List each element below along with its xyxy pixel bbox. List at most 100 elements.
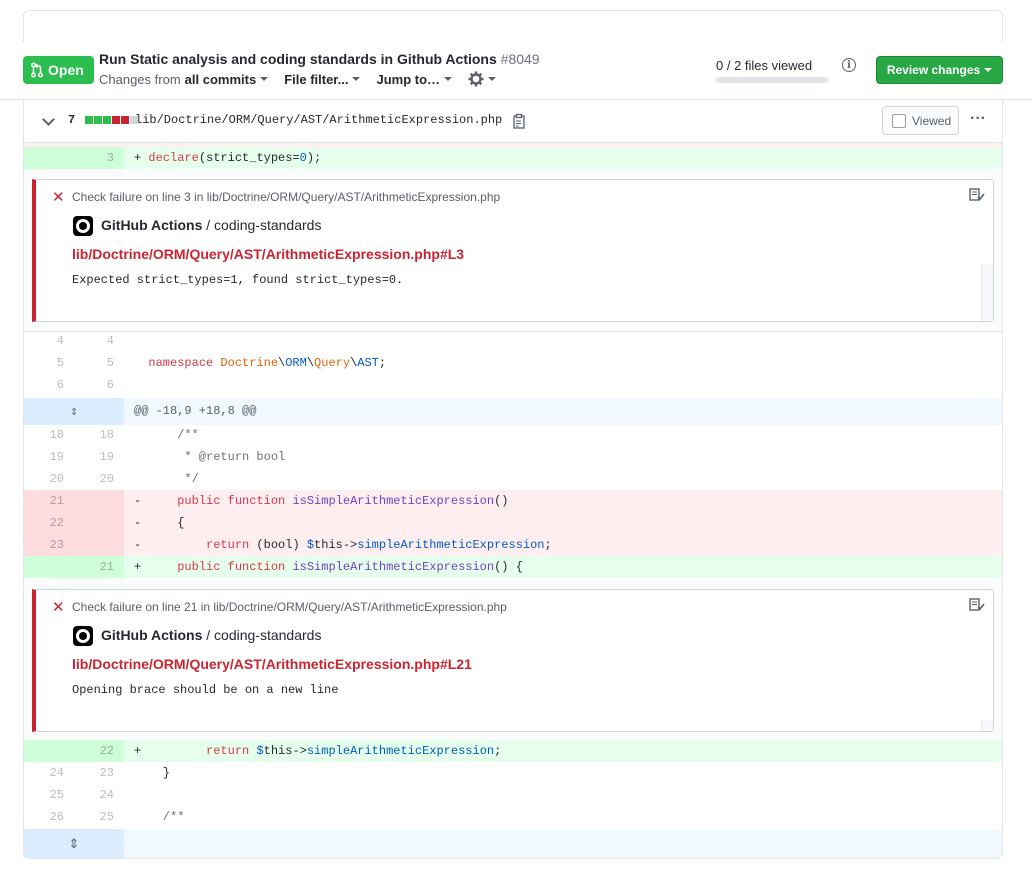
unfold-icon[interactable]: ⇕ (24, 829, 124, 858)
new-line-number[interactable]: 21 (74, 556, 124, 578)
diff-line-deleted: 23 - return (bool) $this->simpleArithmet… (24, 534, 1002, 556)
code-line: - { (124, 512, 1002, 534)
old-line-number[interactable] (24, 147, 74, 169)
new-line-number[interactable]: 18 (74, 424, 124, 446)
new-line-number[interactable]: 22 (74, 740, 124, 762)
code-line: /** (134, 810, 185, 824)
diff-line-context: 18 18 /** (24, 424, 1002, 446)
github-actions-logo-icon (73, 216, 93, 236)
review-changes-button[interactable]: Review changes (876, 56, 1003, 84)
annotation-app: GitHub Actions (101, 217, 203, 233)
old-line-number[interactable] (24, 556, 74, 578)
old-line-number[interactable]: 26 (24, 806, 74, 828)
new-line-number[interactable]: 25 (74, 806, 124, 828)
info-icon[interactable]: i (842, 58, 856, 72)
code-line: } (134, 766, 171, 780)
annotation-file-link[interactable]: lib/Doctrine/ORM/Query/AST/ArithmeticExp… (72, 246, 464, 262)
old-line-number[interactable]: 19 (24, 446, 74, 468)
old-line-number[interactable]: 20 (24, 468, 74, 490)
chevron-down-icon[interactable] (42, 113, 55, 126)
file-filter-dropdown[interactable]: File filter... (284, 71, 361, 87)
gear-icon (468, 71, 484, 87)
github-actions-logo-icon (73, 626, 93, 646)
annotation-check: / coding-standards (202, 217, 322, 233)
new-line-number[interactable]: 3 (74, 147, 124, 169)
files-viewed-progress-bar (716, 77, 828, 83)
file-filter-label: File filter... (284, 71, 349, 87)
new-line-number[interactable]: 19 (74, 446, 124, 468)
clippy-icon[interactable] (513, 113, 527, 129)
pr-status-badge: Open (23, 56, 94, 84)
new-line-number[interactable]: 24 (74, 784, 124, 806)
new-line-number[interactable]: 6 (74, 374, 124, 396)
changes-from-label: Changes from (99, 71, 181, 87)
diff-line-context: 6 6 (24, 374, 1002, 396)
caret-down-icon (488, 77, 497, 81)
diff-line-context: 4 4 (24, 330, 1002, 352)
diff-line-context: 25 24 (24, 784, 1002, 806)
unfold-icon[interactable]: ⇕ (24, 398, 124, 425)
annotation-scrollbar[interactable] (981, 264, 993, 321)
old-line-number[interactable]: 4 (24, 330, 74, 352)
changes-from-dropdown[interactable]: Changes from all commits (99, 71, 269, 87)
caret-down-icon (352, 77, 361, 81)
annotation-source: GitHub Actions / coding-standards (101, 217, 321, 233)
check-annotation: ✕ Check failure on line 3 in lib/Doctrin… (32, 179, 994, 322)
file-path-link[interactable]: lib/Doctrine/ORM/Query/AST/ArithmeticExp… (135, 113, 502, 127)
jump-to-dropdown[interactable]: Jump to… (376, 71, 453, 87)
diffstat-added-block (94, 116, 102, 124)
old-line-number[interactable]: 6 (24, 374, 74, 396)
new-line-number[interactable] (74, 534, 124, 556)
diff-sign: + (134, 744, 142, 758)
diff-settings-dropdown[interactable] (468, 71, 497, 87)
old-line-number[interactable] (24, 740, 74, 762)
diff-sign: - (134, 516, 142, 530)
pr-status-label: Open (48, 62, 84, 78)
old-line-number[interactable]: 22 (24, 512, 74, 534)
viewed-label: Viewed (912, 113, 952, 128)
new-line-number[interactable]: 4 (74, 330, 124, 352)
new-line-number[interactable]: 23 (74, 762, 124, 784)
jump-to-label: Jump to… (376, 71, 441, 87)
code-line: /** (134, 428, 199, 442)
viewed-checkbox[interactable] (892, 113, 906, 128)
diffstat-deleted-block (121, 116, 129, 124)
annotation-container: ✕ Check failure on line 3 in lib/Doctrin… (24, 169, 1002, 332)
new-line-number[interactable] (74, 512, 124, 534)
x-icon: ✕ (52, 189, 65, 206)
raw-output-icon[interactable] (969, 598, 985, 612)
code-line: * @return bool (134, 450, 286, 464)
old-line-number[interactable]: 18 (24, 424, 74, 446)
pr-title[interactable]: Run Static analysis and coding standards… (99, 51, 540, 67)
diff-sign: + (134, 151, 142, 165)
old-line-number[interactable]: 25 (24, 784, 74, 806)
annotation-file-link[interactable]: lib/Doctrine/ORM/Query/AST/ArithmeticExp… (72, 656, 472, 672)
diff-line-context: 19 19 * @return bool (24, 446, 1002, 468)
diff-line-context: 20 20 */ (24, 468, 1002, 490)
code-line: */ (134, 472, 199, 486)
diff-sign: - (134, 538, 142, 552)
annotation-scrollbar[interactable] (981, 720, 993, 731)
new-line-number[interactable]: 20 (74, 468, 124, 490)
new-line-number[interactable] (74, 490, 124, 512)
old-line-number[interactable]: 21 (24, 490, 74, 512)
old-line-number[interactable]: 24 (24, 762, 74, 784)
kebab-horizontal-icon[interactable]: ··· (970, 110, 986, 128)
annotation-source: GitHub Actions / coding-standards (101, 627, 321, 643)
code-line: + public function isSimpleArithmeticExpr… (124, 556, 1002, 578)
old-line-number[interactable]: 23 (24, 534, 74, 556)
diff-line-deleted: 22 - { (24, 512, 1002, 534)
pr-number: #8049 (500, 51, 540, 67)
diff-line-context: 26 25 /** (24, 806, 1002, 828)
new-line-number[interactable]: 5 (74, 352, 124, 374)
pr-title-text[interactable]: Run Static analysis and coding standards… (99, 51, 497, 67)
raw-output-icon[interactable] (969, 188, 985, 202)
code-line: + return $this->simpleArithmeticExpressi… (124, 740, 1002, 762)
code-line: + declare(strict_types=0); (124, 147, 1002, 169)
old-line-number[interactable]: 5 (24, 352, 74, 374)
file-diff: 7 lib/Doctrine/ORM/Query/AST/ArithmeticE… (23, 100, 1003, 859)
caret-down-icon (984, 68, 993, 72)
diff-sign: - (134, 494, 142, 508)
check-annotation: ✕ Check failure on line 21 in lib/Doctri… (32, 589, 994, 732)
viewed-toggle[interactable]: Viewed (882, 106, 959, 135)
